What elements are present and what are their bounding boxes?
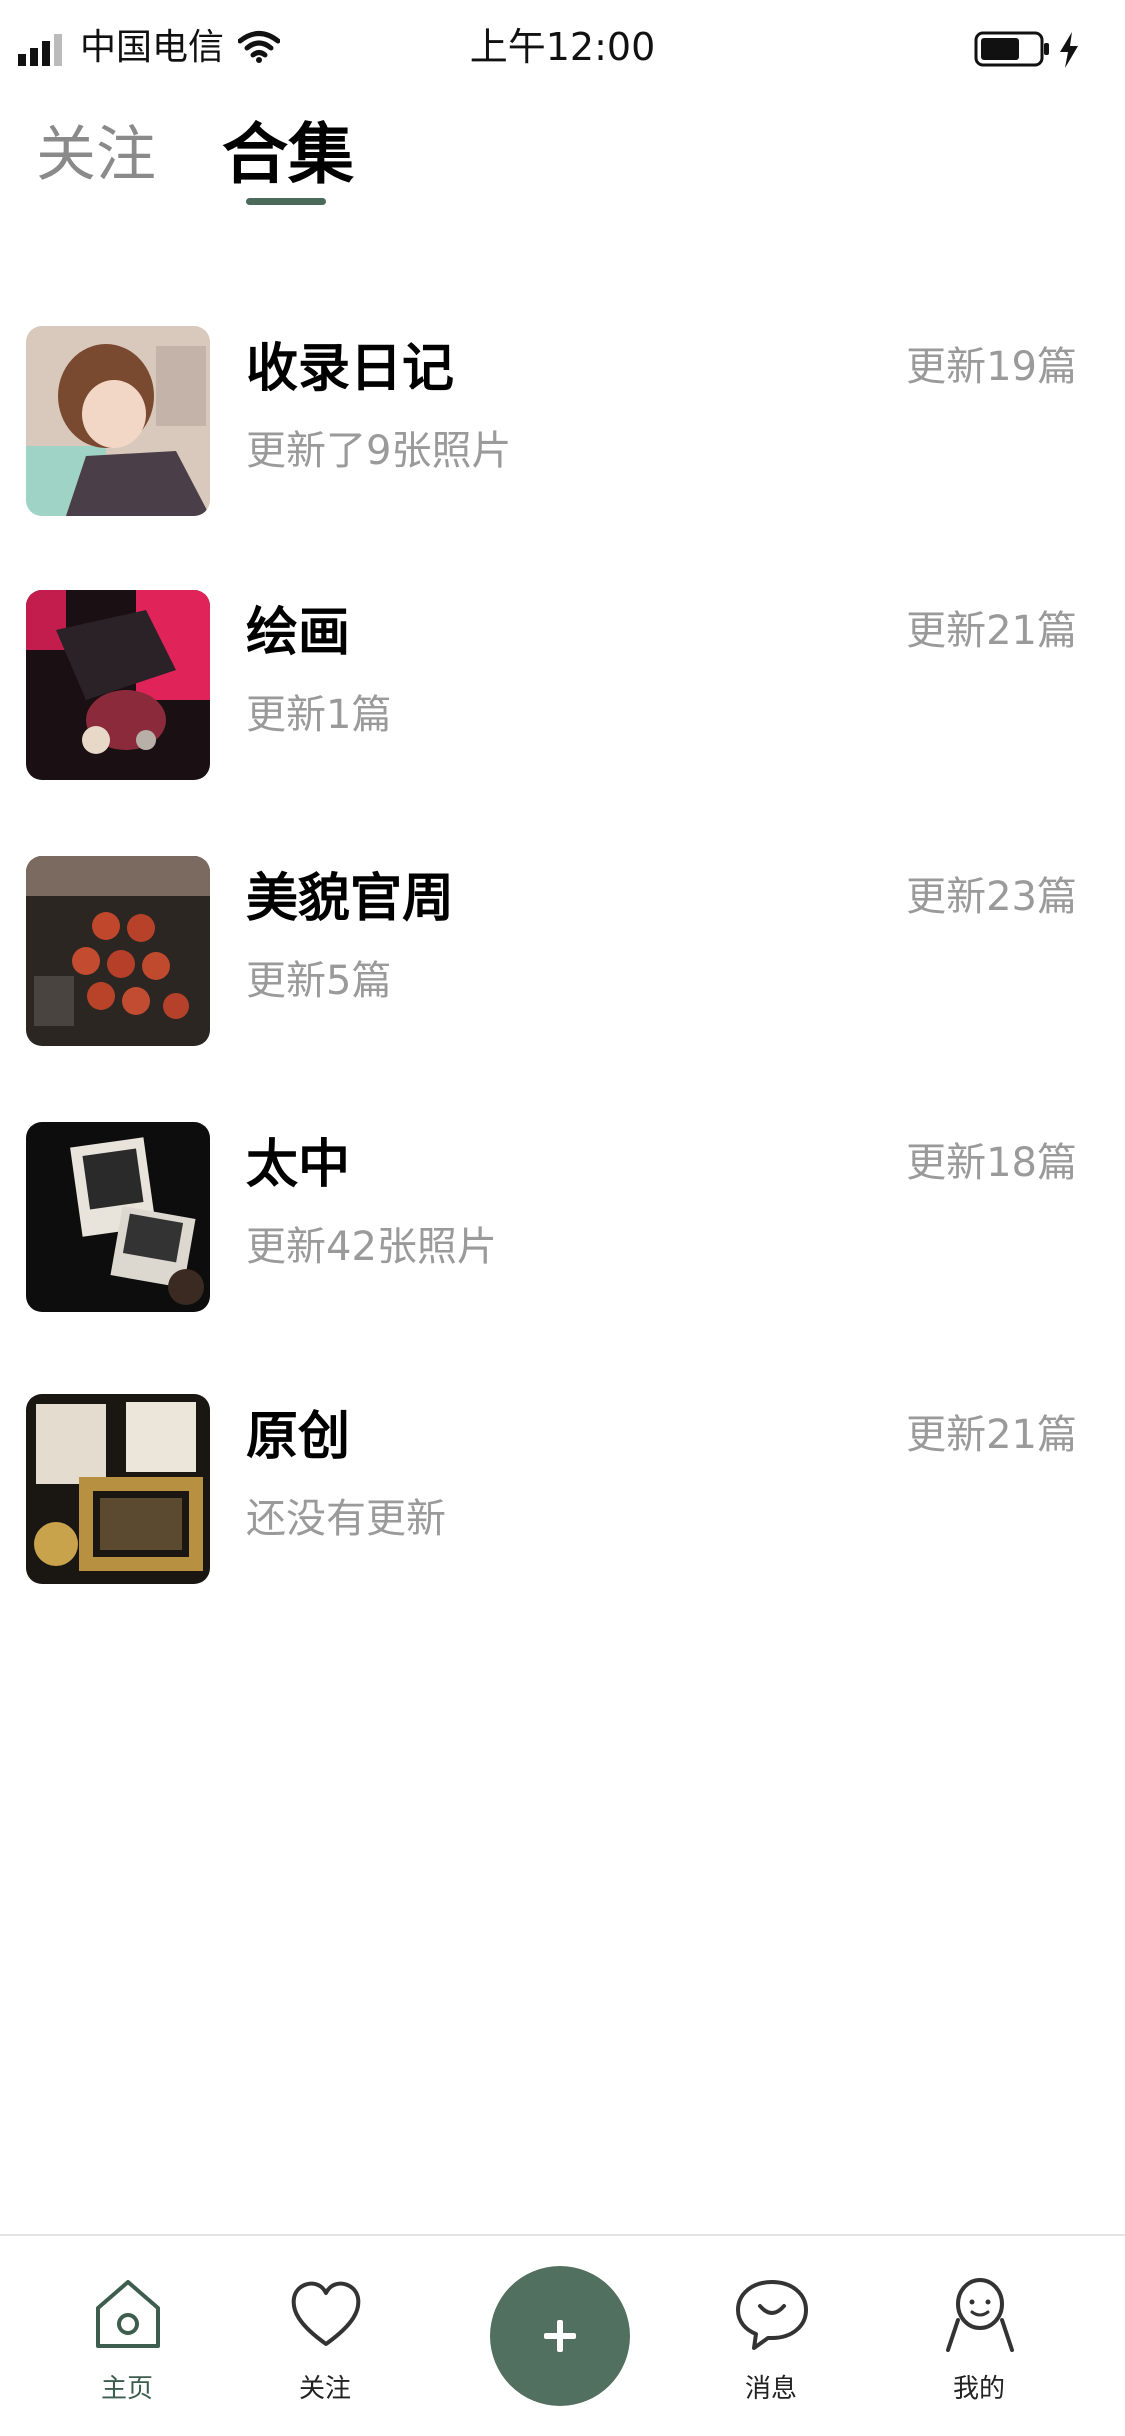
collection-title: 绘画	[246, 603, 351, 663]
tab-collection[interactable]: 合集	[222, 110, 354, 200]
bottom-nav-bar: 主页 关注 消息 我的	[0, 2234, 1125, 2436]
collection-title: 太中	[246, 1135, 351, 1195]
app-screen: 中国电信 上午12:00 关注 合集 收录日记 更新了9张照片 更新19篇 绘画…	[0, 0, 1125, 2436]
collection-thumbnail	[26, 856, 210, 1046]
collection-thumbnail	[26, 590, 210, 780]
collection-item[interactable]: 原创 还没有更新 更新21篇	[0, 1388, 1125, 1588]
active-tab-indicator	[246, 198, 326, 205]
heart-icon	[291, 2281, 361, 2346]
top-tab-bar: 关注 合集	[0, 110, 1125, 220]
collection-subtitle: 更新42张照片	[246, 1224, 497, 1270]
collection-thumbnail	[26, 1394, 210, 1584]
status-bar: 中国电信 上午12:00	[0, 0, 1125, 100]
collection-thumbnail	[26, 326, 210, 516]
nav-messages-label: 消息	[744, 2374, 797, 2404]
collection-count: 更新23篇	[906, 874, 1077, 920]
nav-mine[interactable]: 我的	[904, 2276, 1054, 2416]
collection-title: 原创	[246, 1407, 351, 1467]
collection-thumbnail	[26, 1122, 210, 1312]
tab-follow[interactable]: 关注	[36, 110, 156, 200]
nav-mine-label: 我的	[952, 2374, 1005, 2404]
chat-bubble-icon	[736, 2280, 808, 2350]
collection-item[interactable]: 收录日记 更新了9张照片 更新19篇	[0, 320, 1125, 520]
collection-title: 美貌官周	[246, 869, 455, 929]
collection-item[interactable]: 绘画 更新1篇 更新21篇	[0, 584, 1125, 784]
collection-subtitle: 更新5篇	[246, 958, 392, 1004]
battery-icon	[974, 31, 1049, 67]
person-icon	[946, 2278, 1014, 2352]
add-button[interactable]	[490, 2266, 630, 2406]
collection-subtitle: 更新了9张照片	[246, 428, 512, 474]
collection-count: 更新18篇	[906, 1140, 1077, 1186]
status-time: 上午12:00	[469, 25, 656, 69]
plus-icon	[544, 2320, 576, 2352]
collection-subtitle: 还没有更新	[246, 1496, 446, 1542]
nav-messages[interactable]: 消息	[696, 2276, 846, 2416]
collection-item[interactable]: 太中 更新42张照片 更新18篇	[0, 1116, 1125, 1316]
nav-home-label: 主页	[100, 2374, 153, 2404]
collection-title: 收录日记	[246, 339, 455, 399]
charging-bolt-icon	[1060, 32, 1078, 68]
collection-subtitle: 更新1篇	[246, 692, 392, 738]
collection-count: 更新19篇	[906, 344, 1077, 390]
nav-home[interactable]: 主页	[52, 2276, 202, 2416]
home-icon	[96, 2280, 160, 2348]
collection-count: 更新21篇	[906, 1412, 1077, 1458]
nav-follow-label: 关注	[298, 2374, 351, 2404]
collection-item[interactable]: 美貌官周 更新5篇 更新23篇	[0, 850, 1125, 1050]
collection-count: 更新21篇	[906, 608, 1077, 654]
nav-follow[interactable]: 关注	[250, 2276, 400, 2416]
